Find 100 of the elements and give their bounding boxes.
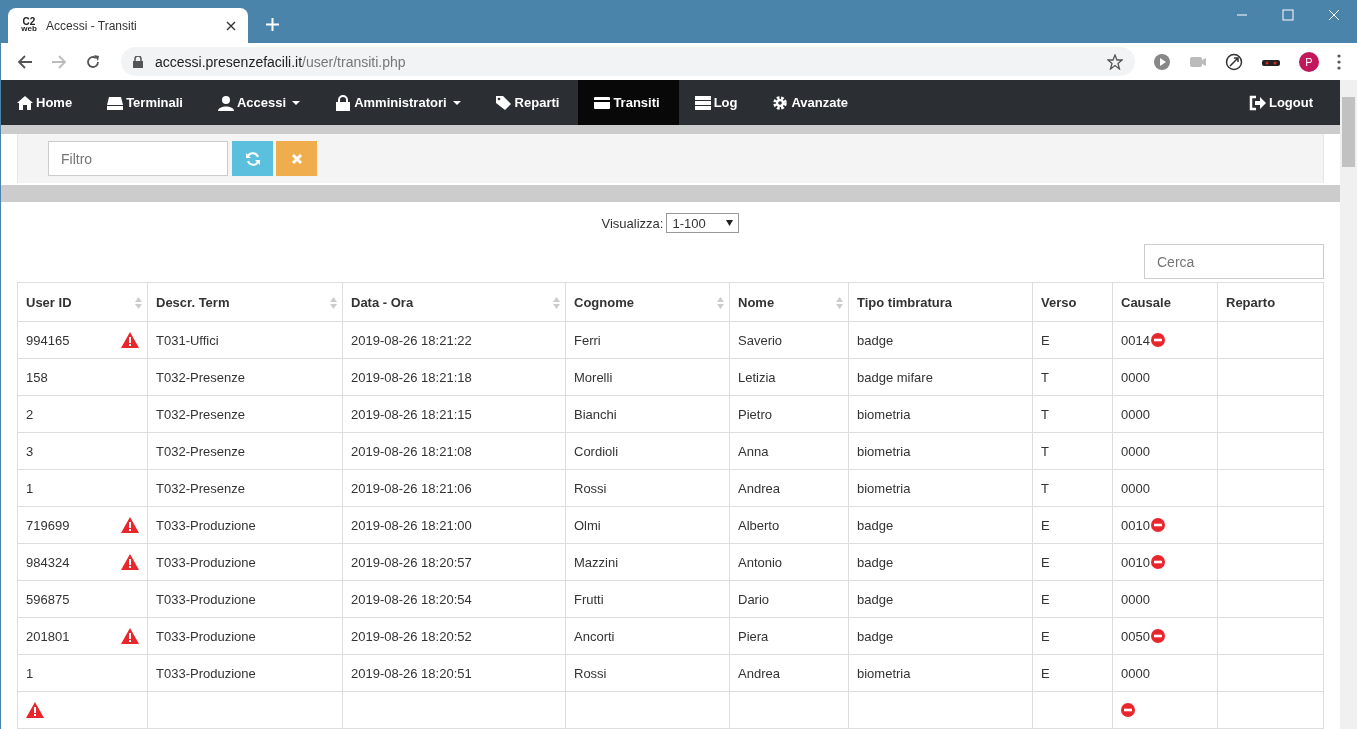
- url-text: accessi.presenzefacili.it/user/transiti.php: [155, 53, 406, 70]
- table-cell: 2019-08-26 18:20:52: [342, 617, 566, 655]
- back-icon[interactable]: [17, 53, 33, 70]
- table-cell: 0000: [1112, 654, 1218, 692]
- table-cell: 719699: [17, 506, 148, 544]
- column-header: Verso: [1032, 282, 1113, 322]
- table-cell: Antonio: [729, 543, 849, 581]
- filter-field[interactable]: Filtro: [48, 141, 228, 177]
- list-icon: [693, 94, 712, 111]
- table-cell: T: [1032, 432, 1113, 470]
- table-cell: Rossi: [565, 469, 730, 507]
- table-cell: 2019-08-26 18:21:00: [342, 506, 566, 544]
- table-cell: T032-Presenze: [147, 358, 343, 396]
- table-cell: 201801: [17, 617, 148, 655]
- dropdown-arrow-icon: [726, 220, 734, 226]
- column-header: Causale: [1112, 282, 1218, 322]
- table-cell: biometria: [848, 395, 1033, 433]
- table-cell: biometria: [848, 654, 1033, 692]
- close-icon[interactable]: [226, 20, 236, 31]
- profile-avatar[interactable]: P: [1299, 51, 1319, 72]
- new-tab-icon[interactable]: [266, 18, 279, 31]
- nav-item[interactable]: Avanzate: [756, 80, 868, 125]
- refresh-button[interactable]: [232, 141, 273, 177]
- table-cell: E: [1032, 617, 1113, 655]
- logout-link[interactable]: Logout: [1233, 80, 1332, 125]
- table-cell: biometria: [848, 469, 1033, 507]
- gear-icon: [771, 94, 790, 111]
- nav-item[interactable]: Home: [1, 80, 92, 125]
- table-cell: E: [1032, 506, 1113, 544]
- lock-icon: [334, 94, 353, 111]
- nav-item[interactable]: Reparti: [479, 80, 579, 125]
- drive-icon: [106, 94, 125, 111]
- table-cell: badge mifare: [848, 358, 1033, 396]
- clear-icon: [290, 152, 303, 165]
- nav-item[interactable]: Accessi: [201, 80, 320, 125]
- column-header[interactable]: User ID: [17, 282, 148, 322]
- table-cell: Dario: [729, 580, 849, 618]
- star-icon[interactable]: [1107, 53, 1123, 70]
- table-cell: Olmi: [565, 506, 730, 544]
- table-cell: Alberto: [729, 506, 849, 544]
- column-header[interactable]: Nome: [729, 282, 849, 322]
- nav-item[interactable]: Log: [678, 80, 757, 125]
- scrollbar[interactable]: [1340, 80, 1357, 729]
- table-cell: E: [1032, 654, 1113, 692]
- column-header[interactable]: Descr. Term: [147, 282, 343, 322]
- column-header: Tipo timbratura: [848, 282, 1033, 322]
- table-cell: Mazzini: [565, 543, 730, 581]
- column-header[interactable]: Cognome: [565, 282, 730, 322]
- table-cell: 0000: [1112, 432, 1218, 470]
- table-cell: E: [1032, 580, 1113, 618]
- nav-item[interactable]: Transiti: [578, 80, 679, 125]
- column-header[interactable]: Data - Ora: [342, 282, 566, 322]
- user-icon: [216, 94, 235, 111]
- table-cell: T032-Presenze: [147, 469, 343, 507]
- nav-item[interactable]: Amministratori: [319, 80, 480, 125]
- table-cell: 158: [17, 358, 148, 396]
- sort-icon: [717, 297, 724, 309]
- reload-icon[interactable]: [85, 53, 101, 70]
- table-cell: 994165: [17, 321, 148, 359]
- table-cell: 2019-08-26 18:20:57: [342, 543, 566, 581]
- table-cell: Letizia: [729, 358, 849, 396]
- table-cell: Morelli: [565, 358, 730, 396]
- table-cell: Anna: [729, 432, 849, 470]
- table-cell: Rossi: [565, 654, 730, 692]
- table-cell: T: [1032, 358, 1113, 396]
- table-cell: Bianchi: [565, 395, 730, 433]
- extension-icon[interactable]: [1225, 52, 1243, 71]
- table-cell: Saverio: [729, 321, 849, 359]
- sort-icon: [135, 297, 142, 309]
- table-cell: E: [1032, 543, 1113, 581]
- menu-icon[interactable]: [1337, 53, 1341, 70]
- table-cell: T: [1032, 395, 1113, 433]
- table-cell: Ancorti: [565, 617, 730, 655]
- nav-item[interactable]: Terminali: [91, 80, 202, 125]
- table-cell: 0010: [1112, 543, 1218, 581]
- page-size-select[interactable]: 1-100: [666, 213, 740, 233]
- home-icon: [16, 94, 34, 111]
- table-cell: Andrea: [729, 654, 849, 692]
- refresh-icon: [244, 150, 261, 167]
- table-cell: E: [1032, 321, 1113, 359]
- table-cell: T031-Uffici: [147, 321, 343, 359]
- table-cell: Ferri: [565, 321, 730, 359]
- table-cell: T033-Produzione: [147, 654, 343, 692]
- table-cell: 2019-08-26 18:20:54: [342, 580, 566, 618]
- search-field[interactable]: Cerca: [1144, 244, 1324, 279]
- table-cell: T033-Produzione: [147, 580, 343, 618]
- address-field[interactable]: accessi.presenzefacili.it/user/transiti.php: [121, 47, 1135, 76]
- table-cell: 0000: [1112, 395, 1218, 433]
- maximize-icon[interactable]: [1282, 9, 1294, 21]
- table-cell: 2019-08-26 18:21:06: [342, 469, 566, 507]
- table-cell: T033-Produzione: [147, 543, 343, 581]
- sort-icon: [330, 297, 337, 309]
- card-icon: [593, 94, 612, 111]
- table-cell: T: [1032, 469, 1113, 507]
- table-cell: 0000: [1112, 580, 1218, 618]
- table-cell: 596875: [17, 580, 148, 618]
- table-cell: Pietro: [729, 395, 849, 433]
- table-cell: badge: [848, 543, 1033, 581]
- table-cell: 2019-08-26 18:21:18: [342, 358, 566, 396]
- table-cell: 2019-08-26 18:20:51: [342, 654, 566, 692]
